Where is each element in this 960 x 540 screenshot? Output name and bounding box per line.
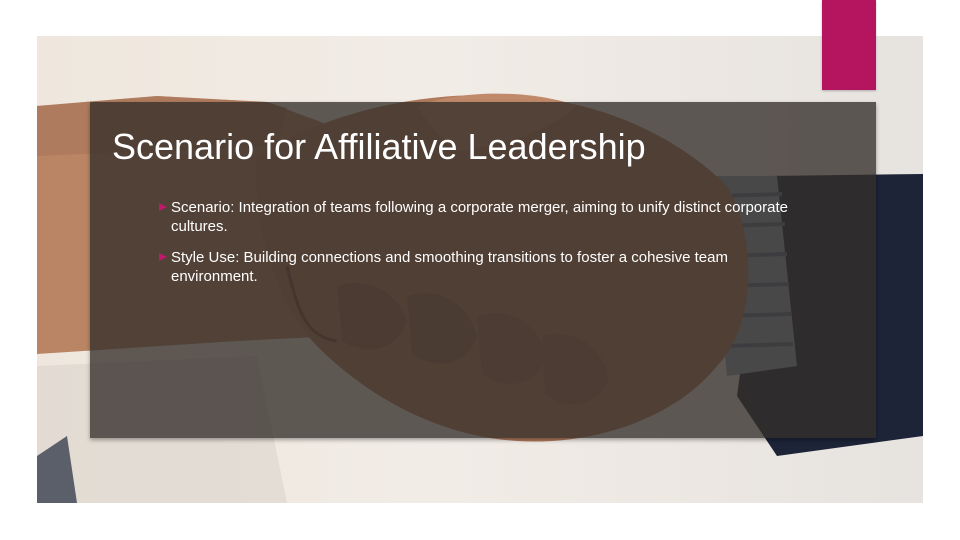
accent-tab <box>822 0 876 90</box>
bullet-item-style-use: Style Use: Building connections and smoo… <box>158 248 798 286</box>
bullet-text-style-use: Style Use: Building connections and smoo… <box>171 249 728 285</box>
bullet-text-scenario: Scenario: Integration of teams following… <box>171 199 788 235</box>
triangle-right-icon <box>159 203 167 211</box>
slide: Scenario for Affiliative Leadership Scen… <box>0 0 960 540</box>
bullet-list: Scenario: Integration of teams following… <box>158 198 798 298</box>
bullet-item-scenario: Scenario: Integration of teams following… <box>158 198 798 236</box>
triangle-right-icon <box>159 253 167 261</box>
slide-title: Scenario for Affiliative Leadership <box>112 126 646 167</box>
